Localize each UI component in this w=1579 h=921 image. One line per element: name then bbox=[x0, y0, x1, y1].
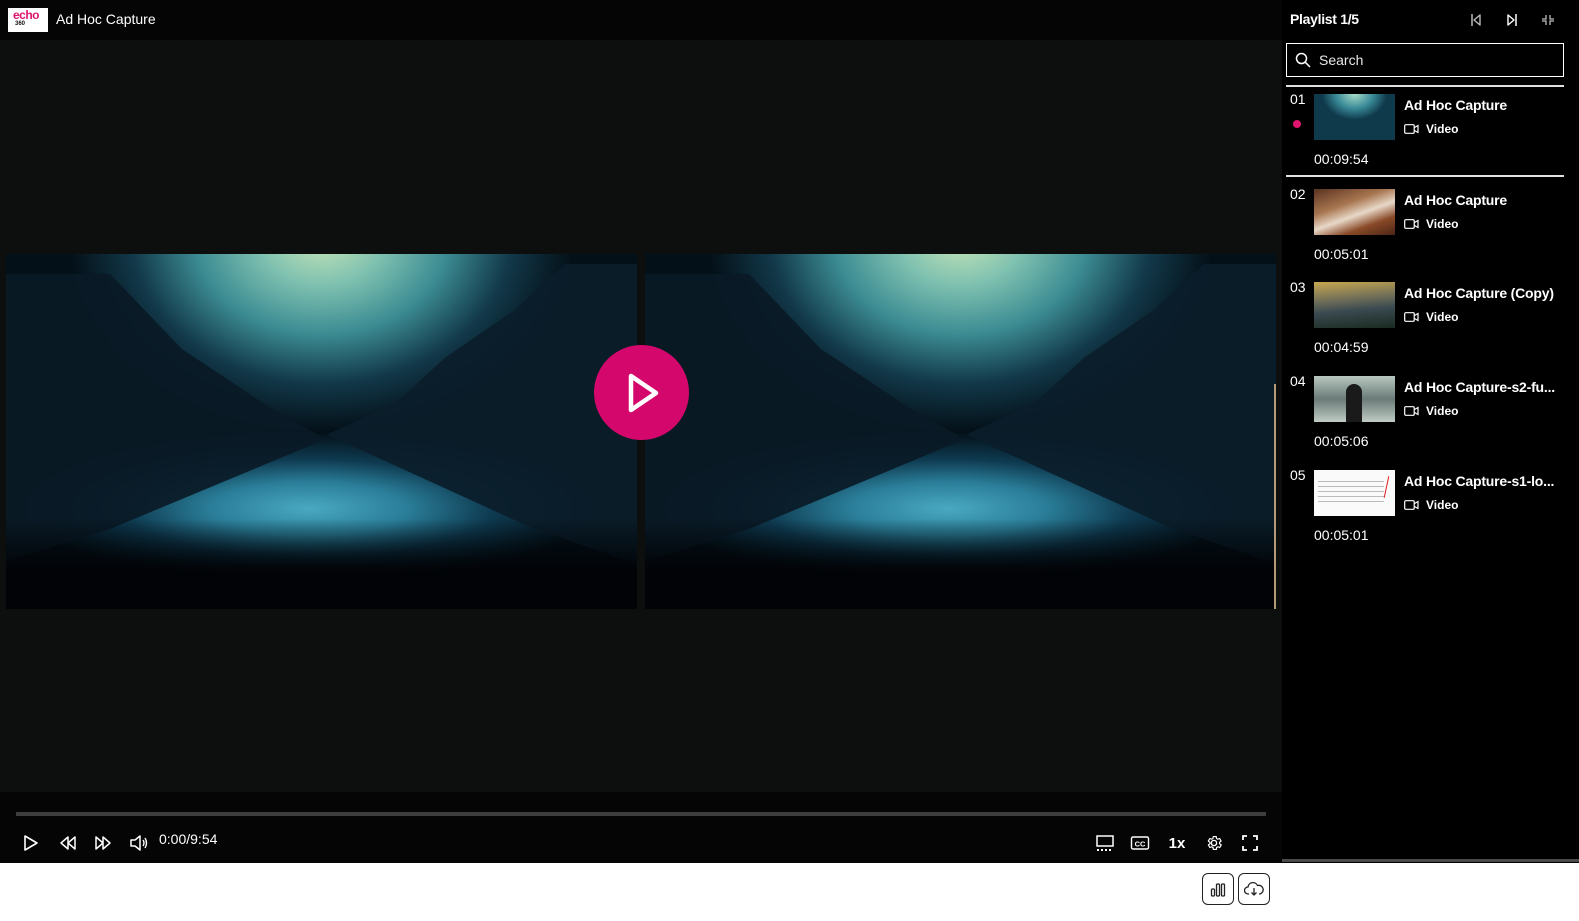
item-title: Ad Hoc Capture-s2-fu... bbox=[1404, 379, 1555, 395]
media-title: Ad Hoc Capture bbox=[56, 11, 156, 27]
item-number: 03 bbox=[1290, 279, 1306, 295]
item-type-label: Video bbox=[1426, 310, 1459, 324]
echo360-player-app: echo 360 Ad Hoc Capture 0:00/9:54 CC 1x … bbox=[0, 0, 1579, 863]
item-type: Video bbox=[1404, 310, 1458, 324]
captions-icon: CC bbox=[1130, 836, 1150, 850]
item-duration: 00:05:01 bbox=[1314, 527, 1369, 543]
svg-text:CC: CC bbox=[1135, 840, 1146, 849]
bar-chart-icon bbox=[1210, 883, 1226, 897]
rewind-icon bbox=[60, 836, 76, 850]
divider bbox=[1286, 175, 1564, 177]
echo360-logo: echo 360 bbox=[8, 8, 48, 32]
item-thumbnail bbox=[1314, 189, 1395, 235]
logo-subtext: 360 bbox=[15, 21, 26, 27]
item-title: Ad Hoc Capture-s1-lo... bbox=[1404, 473, 1555, 489]
rewind-button[interactable] bbox=[53, 828, 83, 858]
video-camera-icon bbox=[1404, 406, 1419, 416]
item-type: Video bbox=[1404, 122, 1458, 136]
item-thumbnail bbox=[1314, 470, 1395, 516]
item-type-label: Video bbox=[1426, 217, 1459, 231]
play-icon bbox=[24, 835, 38, 851]
search-icon bbox=[1295, 52, 1311, 68]
item-type-label: Video bbox=[1426, 122, 1459, 136]
item-duration: 00:09:54 bbox=[1314, 151, 1369, 167]
skip-previous-icon bbox=[1471, 14, 1481, 26]
layout-button[interactable] bbox=[1090, 828, 1120, 858]
item-duration: 00:05:06 bbox=[1314, 433, 1369, 449]
captions-button[interactable]: CC bbox=[1125, 828, 1155, 858]
player-header: echo 360 Ad Hoc Capture bbox=[0, 0, 1282, 40]
playlist-bottom-border bbox=[1282, 859, 1579, 862]
playlist-item-1[interactable]: 01 Ad Hoc Capture Video 00:09:54 bbox=[1286, 86, 1564, 174]
item-title: Ad Hoc Capture (Copy) bbox=[1404, 285, 1554, 301]
item-type: Video bbox=[1404, 404, 1458, 418]
gear-icon bbox=[1207, 835, 1222, 851]
item-number: 01 bbox=[1290, 91, 1306, 107]
item-thumbnail bbox=[1314, 376, 1395, 422]
video-source-1[interactable] bbox=[6, 254, 637, 609]
now-playing-indicator bbox=[1293, 120, 1301, 128]
search-input[interactable] bbox=[1319, 52, 1549, 68]
time-display: 0:00/9:54 bbox=[159, 831, 218, 847]
play-button[interactable] bbox=[16, 828, 46, 858]
playlist-item-2[interactable]: 02 Ad Hoc Capture Video 00:05:01 bbox=[1286, 181, 1564, 269]
item-type-label: Video bbox=[1426, 404, 1459, 418]
logo-text: echo bbox=[13, 8, 40, 22]
item-type-label: Video bbox=[1426, 498, 1459, 512]
item-number: 04 bbox=[1290, 373, 1306, 389]
item-number: 02 bbox=[1290, 186, 1306, 202]
big-play-button[interactable] bbox=[594, 345, 689, 440]
playlist-item-4[interactable]: 04 Ad Hoc Capture-s2-fu... Video 00:05:0… bbox=[1286, 368, 1564, 456]
video-source-2[interactable] bbox=[645, 254, 1276, 609]
fullscreen-icon bbox=[1242, 835, 1258, 851]
previous-item-button[interactable] bbox=[1464, 8, 1488, 32]
volume-button[interactable] bbox=[124, 828, 154, 858]
speed-label: 1x bbox=[1168, 834, 1186, 852]
item-duration: 00:05:01 bbox=[1314, 246, 1369, 262]
playlist-item-3[interactable]: 03 Ad Hoc Capture (Copy) Video 00:04:59 bbox=[1286, 274, 1564, 362]
video-camera-icon bbox=[1404, 124, 1419, 134]
playlist-search[interactable] bbox=[1286, 43, 1564, 77]
skip-next-icon bbox=[1507, 14, 1517, 26]
item-number: 05 bbox=[1290, 467, 1306, 483]
item-thumbnail bbox=[1314, 282, 1395, 328]
playlist-panel: Playlist 1/5 01 Ad Hoc Capture Video 00:… bbox=[1282, 0, 1579, 863]
collapse-playlist-button[interactable] bbox=[1536, 8, 1560, 32]
fast-forward-icon bbox=[95, 836, 111, 850]
playlist-item-5[interactable]: 05 Ad Hoc Capture-s1-lo... Video 00:05:0… bbox=[1286, 462, 1564, 550]
fullscreen-button[interactable] bbox=[1235, 828, 1265, 858]
video-camera-icon bbox=[1404, 312, 1419, 322]
volume-icon bbox=[130, 835, 148, 851]
progress-bar[interactable] bbox=[16, 812, 1266, 816]
next-item-button[interactable] bbox=[1500, 8, 1524, 32]
collapse-icon bbox=[1542, 15, 1554, 25]
playlist-title: Playlist 1/5 bbox=[1290, 11, 1359, 27]
settings-button[interactable] bbox=[1199, 828, 1229, 858]
item-title: Ad Hoc Capture bbox=[1404, 97, 1507, 113]
video-camera-icon bbox=[1404, 219, 1419, 229]
cloud-download-icon bbox=[1244, 881, 1264, 896]
play-icon bbox=[628, 373, 658, 412]
control-bar: 0:00/9:54 CC 1x bbox=[0, 792, 1282, 863]
playback-speed-button[interactable]: 1x bbox=[1162, 828, 1192, 858]
item-type: Video bbox=[1404, 217, 1458, 231]
video-camera-icon bbox=[1404, 500, 1419, 510]
item-thumbnail bbox=[1314, 94, 1395, 140]
download-button[interactable] bbox=[1238, 873, 1270, 905]
item-type: Video bbox=[1404, 498, 1458, 512]
item-duration: 00:04:59 bbox=[1314, 339, 1369, 355]
fast-forward-button[interactable] bbox=[88, 828, 118, 858]
analytics-button[interactable] bbox=[1202, 873, 1234, 905]
layout-icon bbox=[1096, 835, 1114, 851]
item-title: Ad Hoc Capture bbox=[1404, 192, 1507, 208]
